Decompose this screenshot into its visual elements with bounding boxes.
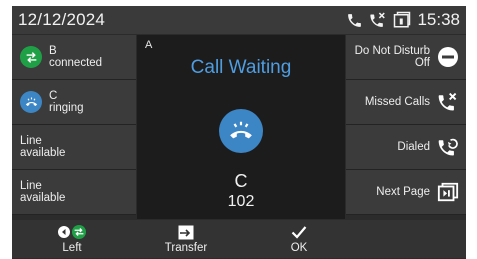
line-key-c[interactable]: C ringing [12,80,136,125]
line-key-state: ringing [49,102,84,114]
line-keys-left: B connected C ringing Line available Lin… [12,35,136,215]
missed-calls-icon [436,90,460,114]
function-keys-right: Do Not Disturb Off Missed Calls Dialed N… [346,35,466,215]
status-bar: 12/12/2024 15:38 [12,6,466,34]
phone-icon [345,11,363,29]
caller-name: C [234,171,248,191]
line-label: A [145,39,153,51]
dnd-state: Off [414,57,430,69]
call-transfer-icon [20,46,42,68]
call-waiting-panel: A Call Waiting C 102 [137,35,345,219]
softkey-bar: Left Transfer OK [12,220,466,258]
line-key-state: available [20,147,66,159]
line-key-available-2[interactable]: Line available [12,170,136,215]
line-key-name: Line [20,135,42,147]
softkey-left[interactable]: Left [42,220,102,258]
line-key-b[interactable]: B connected [12,35,136,80]
missed-calls-key[interactable]: Missed Calls [346,80,466,125]
line-key-name: C [49,90,58,102]
status-time: 15:38 [417,10,460,29]
left-arrow-transfer-icon [58,224,86,240]
transfer-icon [178,224,194,240]
softkey-transfer-label: Transfer [164,242,208,254]
ringing-phone-icon [20,91,42,113]
softkey-left-label: Left [62,242,82,254]
dialed-calls-icon [436,135,460,159]
next-page-icon [436,180,460,204]
missed-calls-label: Missed Calls [364,96,430,108]
call-title: Call Waiting [190,57,292,78]
phone-screen: 12/12/2024 15:38 B connected C ringing L… [12,6,466,259]
incoming-call-icon [219,109,263,153]
dialed-label: Dialed [397,141,430,153]
dnd-label: Do Not Disturb [354,45,430,57]
line-key-available-1[interactable]: Line available [12,125,136,170]
line-key-state: connected [49,57,103,69]
do-not-disturb-key[interactable]: Do Not Disturb Off [346,35,466,80]
next-page-key[interactable]: Next Page [346,170,466,215]
softkey-ok-label: OK [290,242,308,254]
line-key-name: Line [20,180,42,192]
missed-call-icon [369,11,387,29]
status-date: 12/12/2024 [18,10,106,29]
line-key-state: available [20,192,66,204]
voicemail-tray-icon [393,11,411,29]
dialed-key[interactable]: Dialed [346,125,466,170]
line-key-name: B [49,45,57,57]
dnd-icon [436,45,460,69]
check-icon [291,224,307,240]
softkey-ok[interactable]: OK [274,220,324,258]
caller-number: 102 [227,193,255,210]
status-icons: 15:38 [345,10,460,30]
softkey-transfer[interactable]: Transfer [154,220,218,258]
next-page-label: Next Page [376,186,430,198]
